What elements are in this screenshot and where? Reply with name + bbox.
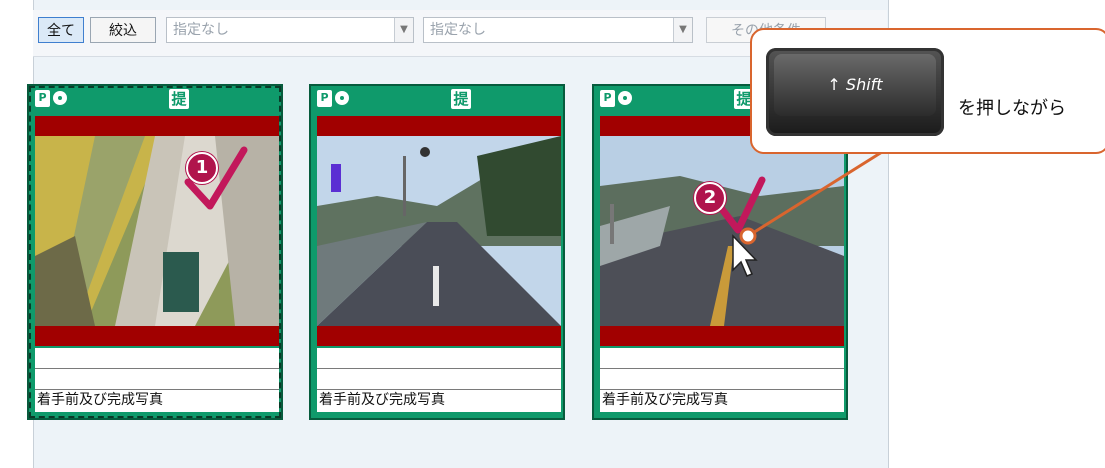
callout-pointer-line <box>747 150 883 238</box>
step-badge-2: 2 <box>694 182 726 214</box>
step-badge-1: 1 <box>186 152 218 184</box>
shift-key-face: ↑ Shift <box>774 54 936 116</box>
callout-pointer-dot <box>739 227 757 245</box>
shift-key-icon: ↑ Shift <box>766 48 944 136</box>
callout-text: を押しながら <box>958 98 1066 119</box>
shift-key-label: Shift <box>845 75 883 94</box>
shift-arrow-icon: ↑ <box>827 75 841 94</box>
check-mark-2 <box>714 176 766 234</box>
